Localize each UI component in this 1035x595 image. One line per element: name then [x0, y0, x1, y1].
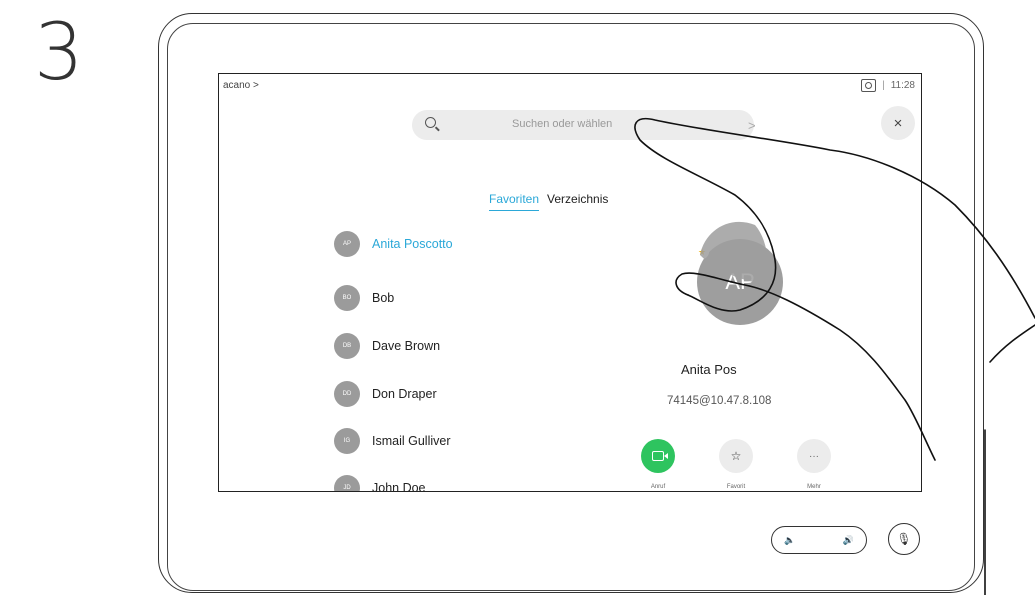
tab-favorites[interactable]: Favoriten	[489, 192, 540, 211]
touch-screen: acano > | 11:28 Suchen oder wählen > × F…	[218, 73, 922, 492]
contact-avatar-large: AP	[697, 239, 783, 325]
microphone-mute-button[interactable]: 🎙	[888, 523, 920, 555]
close-button[interactable]: ×	[881, 106, 915, 140]
chevron-right-icon[interactable]: >	[748, 118, 756, 133]
avatar: DD	[334, 381, 360, 407]
call-label: Anruf	[650, 484, 666, 490]
avatar: IG	[334, 428, 360, 454]
contact-name: John Doe	[372, 481, 426, 492]
volume-control[interactable]: 🔈 🔊	[771, 526, 867, 554]
list-item[interactable]: IG Ismail Gulliver	[334, 428, 451, 454]
more-label: Mehr	[807, 484, 821, 490]
selfview-icon[interactable]	[861, 79, 877, 92]
volume-down-icon[interactable]: 🔈	[784, 535, 795, 546]
clock: 11:28	[890, 80, 915, 91]
list-item[interactable]: AP Anita Poscotto	[334, 231, 453, 257]
avatar: AP	[334, 231, 360, 257]
contact-detail-name: Anita Pos	[681, 362, 737, 377]
search-icon	[425, 117, 436, 128]
status-area: | 11:28	[861, 79, 915, 92]
avatar: JD	[334, 475, 360, 491]
avatar: DB	[334, 333, 360, 359]
volume-up-icon[interactable]: 🔊	[843, 535, 854, 546]
contact-name: Don Draper	[372, 387, 437, 401]
contact-name: Anita Poscotto	[372, 237, 453, 251]
contact-name: Bob	[372, 291, 395, 305]
tab-bar: Favoriten Verzeichnis	[489, 192, 608, 211]
contact-name: Dave Brown	[372, 339, 441, 353]
favorite-star-icon: ★	[695, 245, 709, 259]
list-item[interactable]: DB Dave Brown	[334, 333, 440, 359]
search-placeholder: Suchen oder wählen	[512, 118, 613, 130]
list-item[interactable]: BO Bob	[334, 285, 394, 311]
contact-detail-address: 74145@10.47.8.108	[667, 395, 772, 407]
more-button[interactable]: ···	[797, 439, 831, 473]
list-item[interactable]: DD Don Draper	[334, 381, 437, 407]
avatar: BO	[334, 285, 360, 311]
favorite-label: Favorit	[726, 484, 746, 490]
step-number: 3	[34, 8, 84, 98]
location-label[interactable]: acano >	[223, 80, 259, 91]
status-separator: |	[882, 80, 885, 91]
list-item[interactable]: JD John Doe	[334, 475, 426, 492]
call-button[interactable]	[641, 439, 675, 473]
tab-directory[interactable]: Verzeichnis	[547, 192, 608, 211]
video-camera-icon	[652, 451, 668, 461]
favorite-button[interactable]: ☆	[719, 439, 753, 473]
search-input[interactable]: Suchen oder wählen	[412, 110, 754, 140]
contact-name: Ismail Gulliver	[372, 434, 451, 448]
